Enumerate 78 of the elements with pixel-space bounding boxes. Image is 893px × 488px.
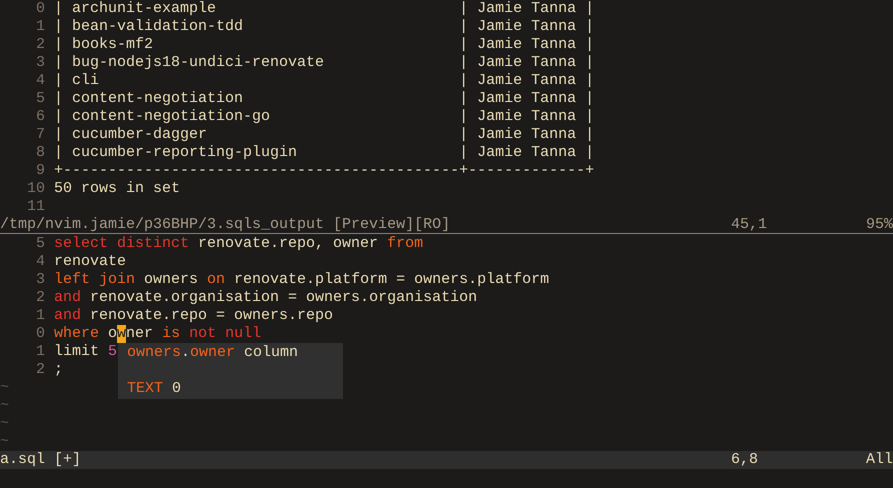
- line-number: 4: [36, 253, 45, 271]
- line-number: 8: [36, 144, 45, 162]
- code-token: owner: [190, 344, 236, 362]
- line-number: 7: [36, 126, 45, 144]
- scroll-percent: 95%: [866, 216, 893, 234]
- table-cell-text: | archunit-example: [54, 0, 218, 18]
- code-token: select distinct: [54, 235, 190, 253]
- empty-line-marker: ~: [0, 379, 10, 397]
- table-cell: | Jamie Tanna |: [459, 36, 594, 54]
- line-number: 3: [36, 271, 45, 289]
- file-name: a.sql [+]: [0, 451, 82, 469]
- code-token: owners: [143, 271, 200, 289]
- code-token: .: [181, 344, 190, 362]
- code-token: on: [207, 271, 226, 289]
- empty-line-marker: ~: [0, 433, 10, 451]
- table-cell: | Jamie Tanna |: [459, 144, 594, 162]
- table-cell-text: | content-negotiation-go: [54, 108, 272, 126]
- table-cell: | Jamie Tanna |: [459, 72, 594, 90]
- code-token: left join: [54, 271, 136, 289]
- code-token: and: [54, 307, 82, 325]
- empty-line-marker: ~: [0, 415, 10, 433]
- line-number: 2: [36, 289, 45, 307]
- line-number: 11: [26, 198, 45, 216]
- line-number: 1: [36, 307, 45, 325]
- output-line: 50 rows in set: [54, 180, 180, 198]
- table-cell-text: | bean-validation-tdd: [54, 18, 244, 36]
- code-token: not null: [188, 325, 262, 343]
- code-token: from: [387, 235, 424, 253]
- code-token: renovate.repo = owners.repo: [89, 307, 334, 325]
- code-token: and: [54, 289, 82, 307]
- scroll-percent: All: [866, 451, 893, 469]
- code-token: o: [107, 325, 118, 343]
- code-token: ;: [54, 361, 64, 379]
- cursor-position: 6,8: [730, 451, 758, 469]
- line-number: 2: [36, 36, 45, 54]
- file-name: /tmp/nvim.jamie/p36BHP/3.sqls_output [Preview][RO]: [0, 216, 452, 234]
- table-cell: | Jamie Tanna |: [459, 18, 594, 36]
- line-number: 6: [36, 108, 45, 126]
- code-token: 5: [108, 343, 118, 361]
- cursor-position: 45,1: [730, 216, 767, 234]
- code-token: where: [54, 325, 100, 343]
- table-cell-text: | cucumber-reporting-plugin: [54, 144, 298, 162]
- output-line: +--------------------------------------------+-------------+: [54, 162, 594, 180]
- completion-item[interactable]: owners.owner column: [118, 344, 343, 362]
- code-token: is: [162, 325, 180, 343]
- table-cell: | Jamie Tanna |: [459, 126, 594, 144]
- line-number: 5: [36, 90, 45, 108]
- table-cell-text: | cucumber-dagger: [54, 126, 208, 144]
- table-cell: | Jamie Tanna |: [459, 90, 594, 108]
- line-number: 9: [36, 162, 45, 180]
- table-cell: | Jamie Tanna |: [459, 108, 594, 126]
- table-cell-text: | content-negotiation: [54, 90, 244, 108]
- line-number: 2: [36, 361, 45, 379]
- code-token: renovate.platform = owners.platform: [233, 271, 550, 289]
- code-token: renovate: [54, 253, 126, 271]
- cursor: w: [117, 325, 126, 343]
- table-cell-text: | cli: [54, 72, 100, 90]
- line-number: 5: [36, 235, 45, 253]
- line-number: 3: [36, 54, 45, 72]
- table-cell: | Jamie Tanna |: [459, 54, 594, 72]
- line-number: 0: [36, 325, 45, 343]
- table-cell-text: | books-mf2: [54, 36, 154, 54]
- code-token: 0: [171, 380, 182, 398]
- code-token: renovate.organisation = owners.organisation: [89, 289, 478, 307]
- line-number: 10: [26, 180, 45, 198]
- table-cell-text: | bug-nodejs18-undici-renovate: [54, 54, 326, 72]
- line-number: 0: [36, 0, 45, 18]
- line-number: 4: [36, 72, 45, 90]
- line-number: 1: [36, 343, 45, 361]
- code-token: owners: [127, 344, 182, 362]
- code-token: TEXT: [127, 380, 164, 398]
- code-token: renovate.repo, owner: [197, 235, 380, 253]
- code-token: column: [243, 344, 298, 362]
- table-cell: | Jamie Tanna |: [459, 0, 594, 18]
- line-number: 1: [36, 18, 45, 36]
- code-token: ner: [126, 325, 154, 343]
- empty-line-marker: ~: [0, 397, 10, 415]
- code-token: limit: [54, 343, 100, 361]
